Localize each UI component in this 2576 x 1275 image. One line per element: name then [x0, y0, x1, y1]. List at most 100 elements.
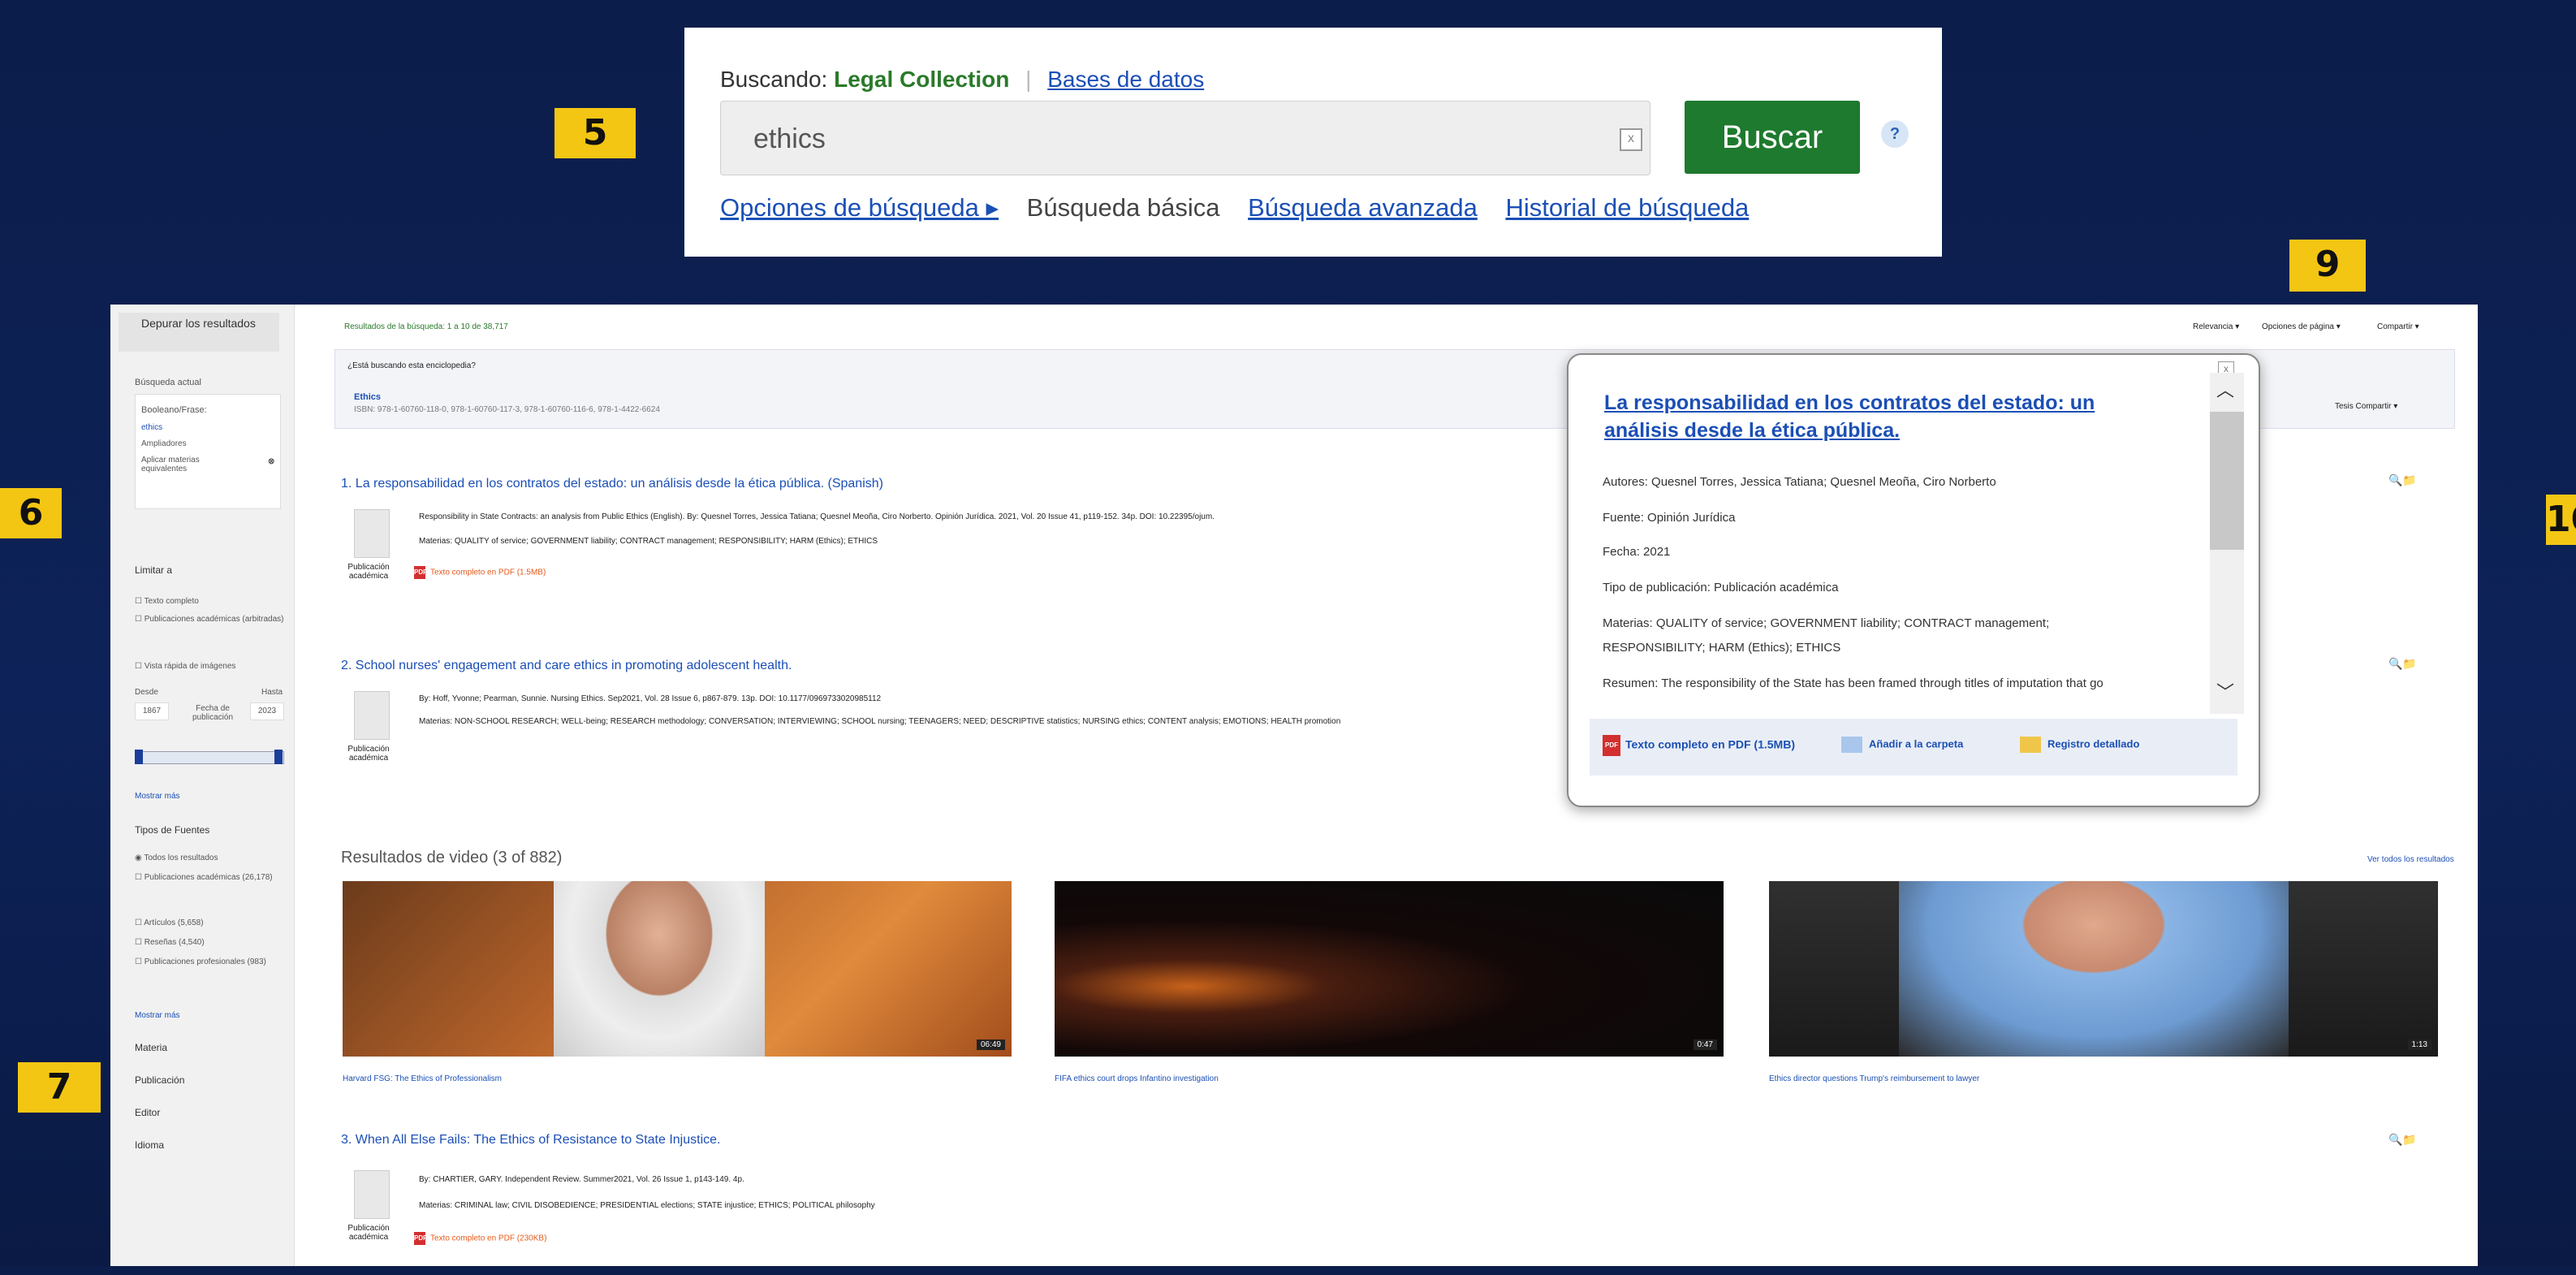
refine-sidebar: Depurar los resultados Búsqueda actual B…	[110, 305, 295, 1266]
result-3-type-icon	[354, 1170, 390, 1219]
source-reviews-checkbox[interactable]: ☐ Reseñas (4,540)	[135, 938, 205, 947]
pdf-icon: PDF	[414, 566, 427, 579]
popup-authors: Autores: Quesnel Torres, Jessica Tatiana…	[1603, 475, 1996, 489]
date-slider[interactable]	[135, 751, 284, 764]
advanced-search-link[interactable]: Búsqueda avanzada	[1248, 193, 1478, 222]
result-2-title[interactable]: 2. School nurses' engagement and care et…	[341, 659, 792, 673]
video-3-duration: 1:13	[2407, 1039, 2431, 1050]
remove-expander-icon[interactable]: ⊗	[268, 457, 274, 466]
facet-subject[interactable]: Materia	[135, 1042, 167, 1053]
limit-academic-label: Publicaciones académicas (arbitradas)	[144, 615, 284, 624]
search-history-link[interactable]: Historial de búsqueda	[1505, 193, 1749, 222]
popup-subjects: Materias: QUALITY of service; GOVERNMENT…	[1603, 616, 2050, 630]
share-dropdown[interactable]: Compartir ▾	[2377, 322, 2419, 331]
video-3-thumbnail[interactable]: 1:13	[1769, 881, 2438, 1057]
result-1-subjects: Materias: QUALITY of service; GOVERNMENT…	[419, 537, 878, 546]
encyclopedia-share-dropdown[interactable]: Tesis Compartir ▾	[2335, 402, 2397, 411]
current-term[interactable]: ethics	[141, 423, 162, 432]
popup-detailed-record-label: Registro detallado	[2047, 737, 2140, 750]
result-3-pdf-link[interactable]: PDF Texto completo en PDF (230KB)	[414, 1232, 546, 1245]
video-1-thumbnail[interactable]: 06:49	[343, 881, 1012, 1057]
search-panel: Buscando: Legal Collection | Bases de da…	[684, 28, 1942, 257]
refine-results-title: Depurar los resultados	[141, 317, 256, 330]
callout-badge-5: 5	[554, 108, 636, 158]
pdf-icon: PDF	[414, 1232, 427, 1245]
limit-academic-checkbox[interactable]: ☐ Publicaciones académicas (arbitradas)	[135, 615, 284, 624]
search-options-link[interactable]: Opciones de búsqueda ▸	[720, 193, 999, 222]
source-all-label: Todos los resultados	[144, 854, 218, 862]
date-to-input[interactable]: 2023	[250, 702, 284, 720]
source-articles-checkbox[interactable]: ☐ Artículos (5,658)	[135, 918, 204, 927]
limit-full-text-label: Texto completo	[144, 597, 199, 606]
popup-publication-type: Tipo de publicación: Publicación académi…	[1603, 581, 1839, 594]
popup-pdf-label: Texto completo en PDF (1.5MB)	[1625, 737, 1795, 751]
callout-badge-10: 10	[2546, 495, 2576, 545]
search-button[interactable]: Buscar	[1685, 101, 1860, 174]
result-3-pdf-label: Texto completo en PDF (230KB)	[430, 1234, 547, 1243]
result-2-subjects: Materias: NON-SCHOOL RESEARCH; WELL-bein…	[419, 717, 1341, 726]
page-options-dropdown[interactable]: Opciones de página ▾	[2262, 322, 2341, 331]
encyclopedia-ethics-link[interactable]: Ethics	[354, 392, 381, 402]
source-professional-checkbox[interactable]: ☐ Publicaciones profesionales (983)	[135, 957, 266, 966]
result-3-preview-icon[interactable]: 🔍📁	[2388, 1133, 2417, 1147]
popup-source: Fuente: Opinión Jurídica	[1603, 511, 1736, 525]
encyclopedia-suggestion-label: ¿Está buscando esta enciclopedia?	[347, 361, 476, 370]
date-publication-label: Fecha de publicación	[192, 704, 234, 722]
source-all-radio[interactable]: ◉ Todos los resultados	[135, 854, 218, 862]
scroll-down-icon[interactable]: ﹀	[2216, 678, 2234, 704]
popup-title[interactable]: La responsabilidad en los contratos del …	[1604, 389, 2140, 444]
facet-language[interactable]: Idioma	[135, 1139, 164, 1151]
video-1-title[interactable]: Harvard FSG: The Ethics of Professionali…	[343, 1074, 502, 1083]
result-1-preview-icon[interactable]: 🔍📁	[2388, 473, 2417, 487]
help-icon[interactable]: ?	[1881, 120, 1909, 148]
popup-detailed-record-link[interactable]: Registro detallado	[2020, 737, 2139, 753]
video-2-thumbnail[interactable]: 0:47	[1055, 881, 1724, 1057]
date-from-input[interactable]: 1867	[135, 702, 169, 720]
facet-publication[interactable]: Publicación	[135, 1074, 184, 1086]
date-slider-left-handle[interactable]	[135, 750, 143, 764]
source-academic-label: Publicaciones académicas (26,178)	[144, 873, 273, 882]
result-2-preview-icon[interactable]: 🔍📁	[2388, 657, 2417, 671]
date-to-label: Hasta	[261, 688, 283, 697]
popup-scrollbar-thumb[interactable]	[2210, 412, 2244, 550]
expanders-label: Ampliadores	[141, 439, 187, 448]
basic-search-label: Búsqueda básica	[1026, 193, 1220, 222]
callout-badge-6: 6	[0, 488, 62, 538]
video-2-title[interactable]: FIFA ethics court drops Infantino invest…	[1055, 1074, 1219, 1083]
sort-relevance-dropdown[interactable]: Relevancia ▾	[2193, 322, 2239, 331]
result-3-title[interactable]: 3. When All Else Fails: The Ethics of Re…	[341, 1133, 720, 1148]
result-1-meta: Responsibility in State Contracts: an an…	[419, 512, 1215, 521]
popup-abstract: Resumen: The responsibility of the State…	[1603, 676, 2104, 690]
clear-search-icon[interactable]: x	[1620, 128, 1642, 151]
video-3-title[interactable]: Ethics director questions Trump's reimbu…	[1769, 1074, 1979, 1083]
source-types-heading[interactable]: Tipos de Fuentes	[135, 824, 209, 836]
result-3-type-label: Publicación académica	[347, 1224, 390, 1242]
result-1-type-icon	[354, 509, 390, 558]
limit-images-checkbox[interactable]: ☐ Vista rápida de imágenes	[135, 662, 235, 671]
databases-link[interactable]: Bases de datos	[1047, 67, 1204, 92]
source-reviews-label: Reseñas (4,540)	[144, 938, 205, 947]
boolean-label: Booleano/Frase:	[141, 405, 207, 415]
date-slider-right-handle[interactable]	[274, 750, 283, 764]
search-input[interactable]: ethics	[720, 101, 1650, 175]
show-more-link[interactable]: Mostrar más	[135, 792, 180, 801]
limit-full-text-checkbox[interactable]: ☐ Texto completo	[135, 597, 199, 606]
current-search-label: Búsqueda actual	[135, 378, 201, 387]
limit-to-heading[interactable]: Limitar a	[135, 564, 172, 576]
popup-add-folder-link[interactable]: Añadir a la carpeta	[1841, 737, 1963, 753]
source-academic-checkbox[interactable]: ☐ Publicaciones académicas (26,178)	[135, 873, 273, 882]
result-1-pdf-link[interactable]: PDF Texto completo en PDF (1.5MB)	[414, 566, 546, 579]
scroll-up-icon[interactable]: ︿	[2216, 376, 2234, 402]
show-more-link-2[interactable]: Mostrar más	[135, 1011, 180, 1020]
facet-publisher[interactable]: Editor	[135, 1107, 160, 1118]
result-2-type-label: Publicación académica	[347, 745, 390, 763]
collection-name: Legal Collection	[834, 67, 1010, 92]
video-1-duration: 06:49	[976, 1039, 1005, 1050]
popup-pdf-link[interactable]: PDF Texto completo en PDF (1.5MB)	[1603, 735, 1795, 756]
date-from-label: Desde	[135, 688, 158, 697]
video-2-duration: 0:47	[1693, 1039, 1717, 1050]
video-see-all-link[interactable]: Ver todos los resultados	[2367, 855, 2454, 864]
result-1-title[interactable]: 1. La responsabilidad en los contratos d…	[341, 477, 883, 491]
popup-subjects-cont: RESPONSIBILITY; HARM (Ethics); ETHICS	[1603, 641, 1841, 655]
folder-icon	[1841, 737, 1862, 753]
